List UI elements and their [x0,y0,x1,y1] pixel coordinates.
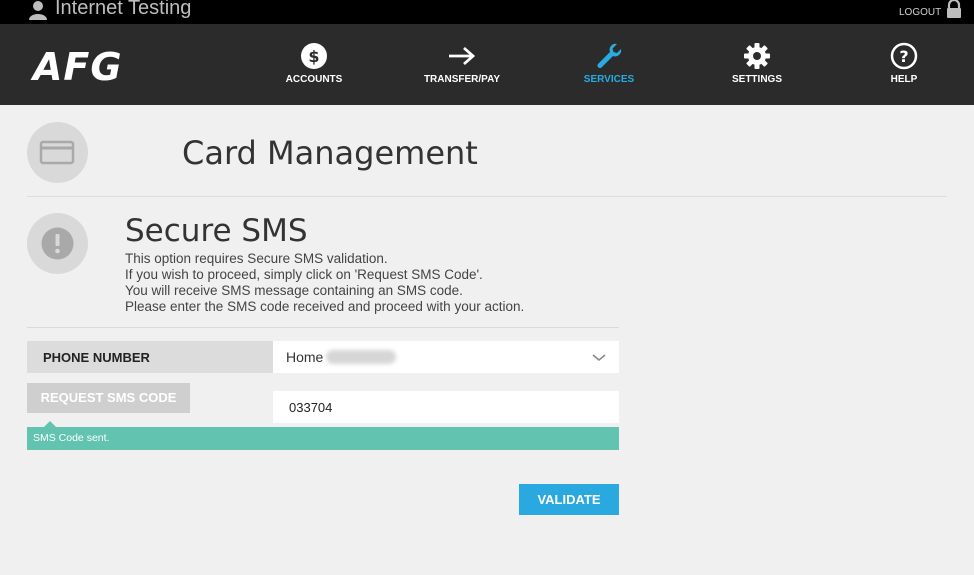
description-line: If you wish to proceed, simply click on … [125,267,483,282]
credit-card-icon [39,140,75,165]
svg-text:$: $ [308,47,319,66]
sms-status-message: SMS Code sent. [27,427,619,450]
gear-icon [744,43,770,69]
nav-transfer-pay[interactable]: TRANSFER/PAY [402,42,522,92]
alert-section-icon [27,213,88,274]
user-icon [29,1,47,20]
header-divider [27,196,947,197]
user-name: Internet Testing [55,0,192,19]
nav-services[interactable]: SERVICES [549,42,669,92]
sms-status-text: SMS Code sent. [33,432,110,444]
nav-settings-label: SETTINGS [731,74,782,85]
main-navbar: AFG $ ACCOUNTS TRANSFER/PAY SERVICES SET… [0,24,974,105]
exclamation-icon [41,227,74,260]
redacted-phone-number [326,350,396,364]
nav-accounts-label: ACCOUNTS [285,74,343,85]
svg-text:?: ? [899,47,908,66]
nav-help-label: HELP [890,74,918,85]
afg-logo[interactable]: AFG [33,45,123,89]
lock-icon[interactable] [945,0,963,18]
description-line: Please enter the SMS code received and p… [125,299,525,314]
secure-sms-title: Secure SMS [125,213,308,249]
nav-help[interactable]: ? HELP [844,42,964,92]
request-sms-code-button[interactable]: REQUEST SMS CODE [27,383,190,413]
nav-services-label: SERVICES [583,74,635,85]
phone-select-value: Home [286,349,324,365]
phone-number-label: PHONE NUMBER [43,350,150,365]
dollar-icon: $ [301,43,327,69]
validate-button[interactable]: VALIDATE [519,484,619,515]
logout-link[interactable]: LOGOUT [899,7,941,18]
wrench-icon [597,43,622,68]
description-line: You will receive SMS message containing … [125,283,463,298]
arrow-right-icon [449,46,476,66]
nav-accounts[interactable]: $ ACCOUNTS [254,42,374,92]
card-section-icon [27,122,88,183]
phone-number-label-box: PHONE NUMBER [27,341,273,373]
form-divider [27,327,619,328]
phone-number-select[interactable]: Home [273,341,619,373]
secure-sms-description: This option requires Secure SMS validati… [125,251,524,315]
nav-settings[interactable]: SETTINGS [697,42,817,92]
chevron-down-icon [592,354,606,362]
nav-transfer-pay-label: TRANSFER/PAY [423,74,501,85]
description-line: This option requires Secure SMS validati… [125,251,388,266]
page-title: Card Management [182,134,478,172]
sms-code-input[interactable] [273,391,619,423]
top-bar: Internet Testing LOGOUT [0,0,974,24]
question-icon: ? [890,42,918,70]
